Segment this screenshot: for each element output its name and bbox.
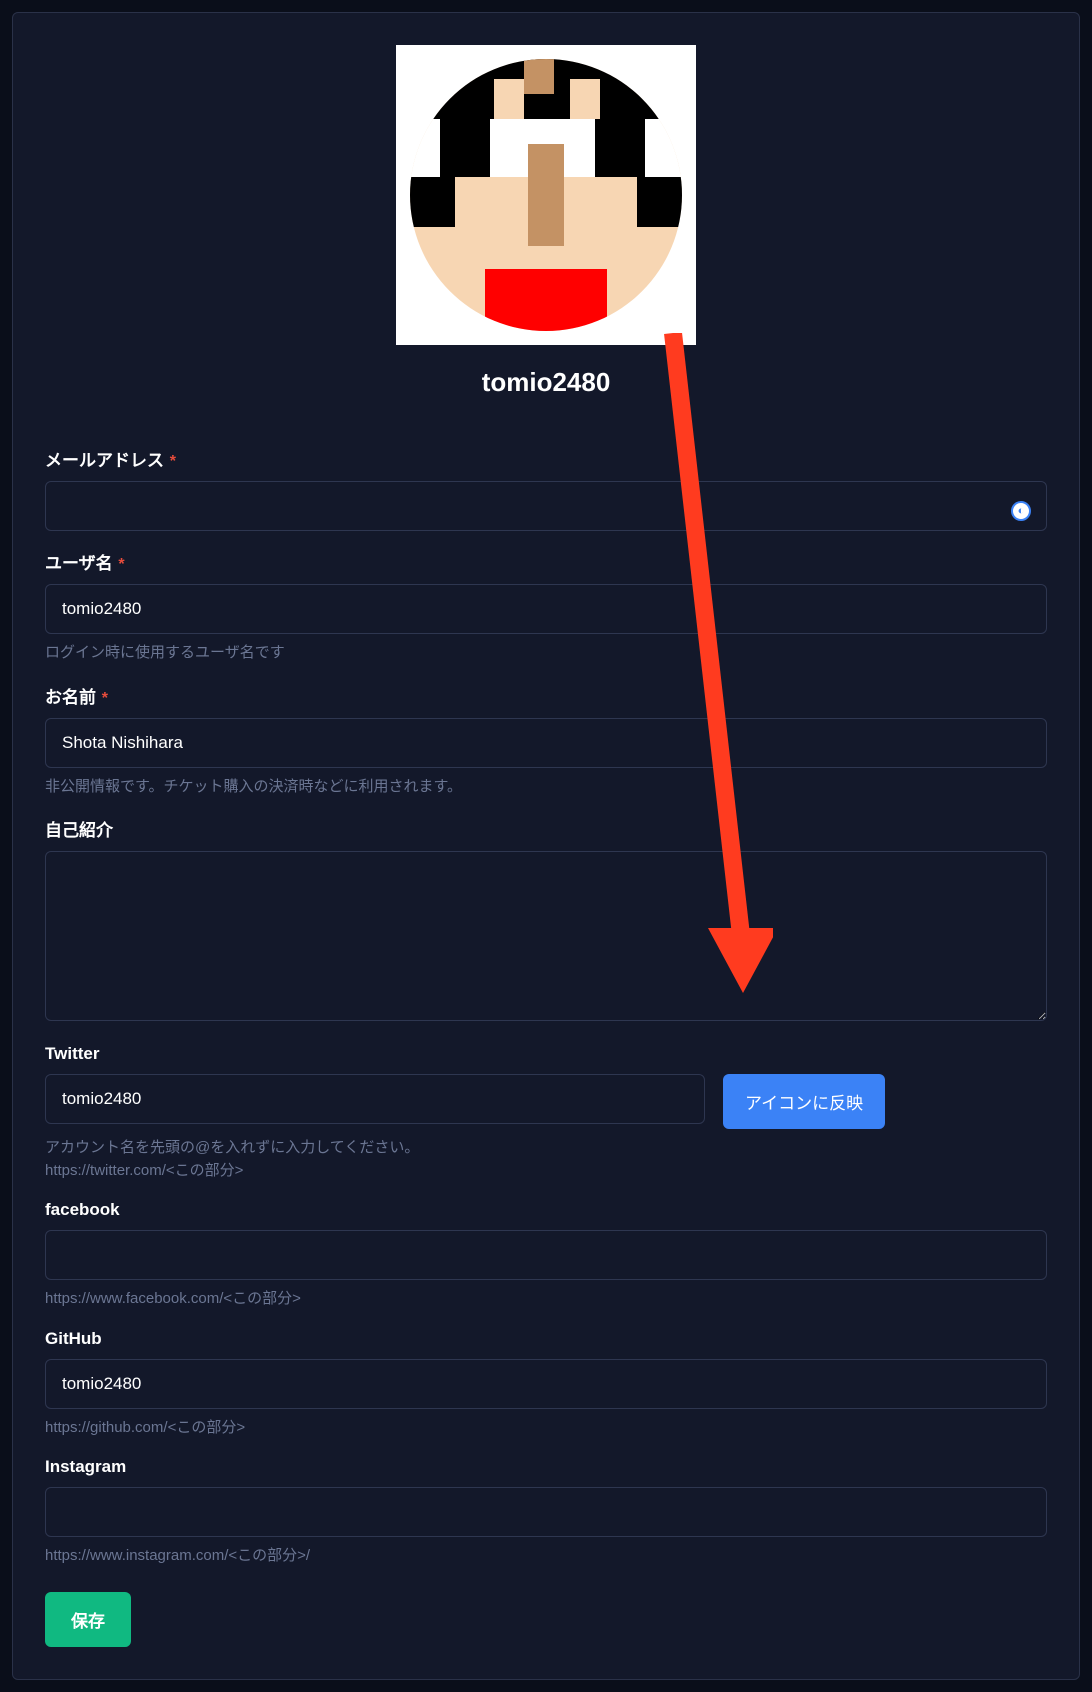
form-group-twitter: Twitter アイコンに反映 アカウント名を先頭の@を入れずに入力してください…: [45, 1044, 1047, 1182]
twitter-help: アカウント名を先頭の@を入れずに入力してください。 https://twitte…: [45, 1137, 1047, 1182]
instagram-input[interactable]: [45, 1487, 1047, 1537]
github-label: GitHub: [45, 1329, 1047, 1349]
facebook-label: facebook: [45, 1200, 1047, 1220]
form-group-facebook: facebook https://www.facebook.com/<この部分>: [45, 1200, 1047, 1311]
github-input[interactable]: [45, 1359, 1047, 1409]
facebook-help: https://www.facebook.com/<この部分>: [45, 1288, 1047, 1311]
form-group-instagram: Instagram https://www.instagram.com/<この部…: [45, 1457, 1047, 1568]
form-group-bio: 自己紹介: [45, 816, 1047, 1026]
facebook-input[interactable]: [45, 1230, 1047, 1280]
reflect-icon-button[interactable]: アイコンに反映: [723, 1074, 885, 1129]
form-group-username: ユーザ名 * ログイン時に使用するユーザ名です: [45, 549, 1047, 665]
username-input[interactable]: [45, 584, 1047, 634]
email-label: メールアドレス *: [45, 446, 1047, 471]
required-mark: *: [118, 556, 124, 573]
name-label: お名前 *: [45, 683, 1047, 708]
avatar-image[interactable]: [396, 45, 696, 345]
required-mark: *: [170, 453, 176, 470]
bio-label: 自己紹介: [45, 816, 1047, 841]
instagram-label: Instagram: [45, 1457, 1047, 1477]
username-label: ユーザ名 *: [45, 549, 1047, 574]
name-help: 非公開情報です。チケット購入の決済時などに利用されます。: [45, 776, 1047, 799]
instagram-help: https://www.instagram.com/<この部分>/: [45, 1545, 1047, 1568]
twitter-input[interactable]: [45, 1074, 705, 1124]
form-group-email: メールアドレス *: [45, 446, 1047, 531]
required-mark: *: [102, 690, 108, 707]
profile-settings-panel: tomio2480 メールアドレス * ◐ ユーザ名 * ログイン時に使用するユ…: [12, 12, 1080, 1680]
password-manager-icon[interactable]: ◐: [1011, 501, 1031, 521]
bio-textarea[interactable]: [45, 851, 1047, 1021]
github-help: https://github.com/<この部分>: [45, 1417, 1047, 1440]
avatar-section: tomio2480: [45, 41, 1047, 398]
email-input[interactable]: [45, 481, 1047, 531]
save-button[interactable]: 保存: [45, 1592, 131, 1647]
twitter-label: Twitter: [45, 1044, 1047, 1064]
form-group-name: お名前 * 非公開情報です。チケット購入の決済時などに利用されます。: [45, 683, 1047, 799]
form-group-github: GitHub https://github.com/<この部分>: [45, 1329, 1047, 1440]
username-display: tomio2480: [45, 367, 1047, 398]
username-help: ログイン時に使用するユーザ名です: [45, 642, 1047, 665]
name-input[interactable]: [45, 718, 1047, 768]
